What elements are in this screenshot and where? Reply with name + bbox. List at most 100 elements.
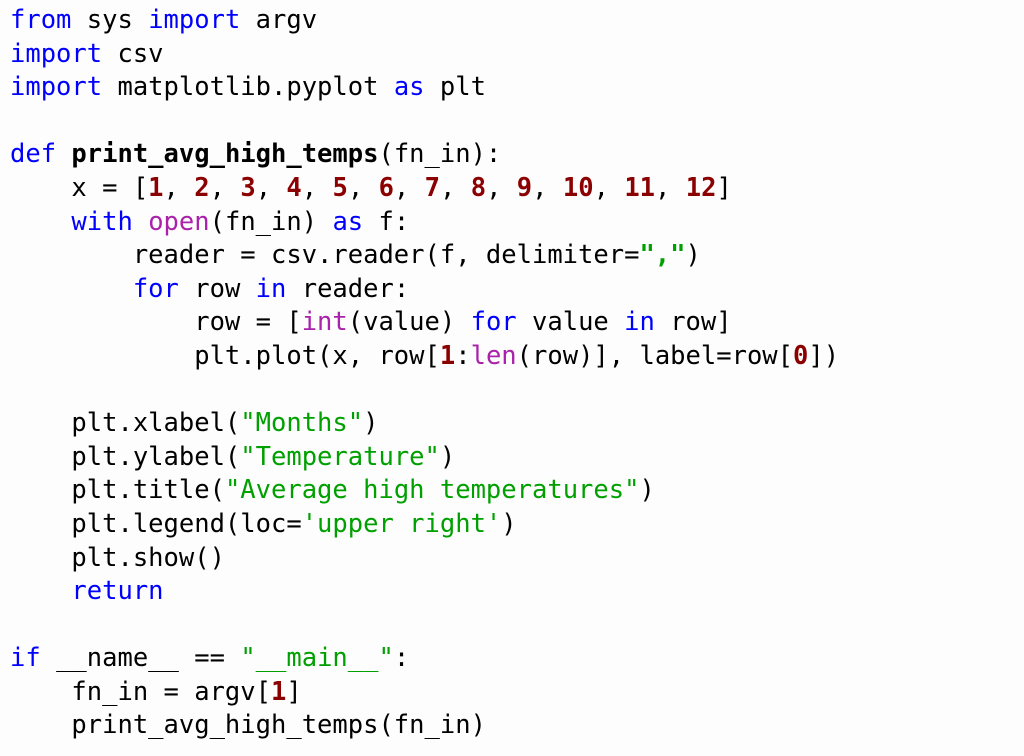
code-token-plain: plt.ylabel( bbox=[10, 441, 241, 472]
code-line: plt.xlabel("Months") bbox=[10, 407, 1024, 441]
code-token-string: 'upper right' bbox=[301, 508, 502, 539]
code-token-plain: ) bbox=[363, 408, 379, 439]
code-token-plain: ) bbox=[685, 240, 701, 271]
code-line: import matplotlib.pyplot as plt bbox=[10, 71, 1024, 105]
code-token-keyword: in bbox=[255, 273, 287, 304]
code-token-number: 9 bbox=[516, 172, 533, 203]
code-token-plain: : bbox=[393, 643, 410, 674]
code-token-plain: ) bbox=[439, 441, 456, 472]
code-token-string: "Months" bbox=[240, 408, 364, 439]
code-line: plt.show() bbox=[10, 542, 1024, 576]
code-token-string: "Temperature" bbox=[240, 441, 440, 472]
code-token-plain: ] bbox=[716, 172, 732, 203]
code-line: plt.ylabel("Temperature") bbox=[10, 441, 1024, 475]
code-token-number: 4 bbox=[286, 172, 302, 203]
code-line: plt.legend(loc='upper right') bbox=[10, 508, 1024, 542]
code-token-plain: __name__ == bbox=[40, 643, 241, 674]
code-token-number: 6 bbox=[378, 172, 394, 203]
code-line: import csv bbox=[10, 38, 1024, 72]
code-token-plain: print_avg_high_temps(fn_in) bbox=[10, 710, 486, 741]
code-line: row = [int(value) for value in row] bbox=[10, 306, 1024, 340]
code-line: print_avg_high_temps(fn_in) bbox=[10, 709, 1024, 743]
code-token-plain: csv bbox=[102, 38, 164, 69]
code-line: for row in reader: bbox=[10, 273, 1024, 307]
code-token-keyword: def bbox=[10, 139, 57, 170]
code-token-number: 12 bbox=[685, 172, 717, 203]
code-token-plain: reader: bbox=[286, 273, 410, 304]
code-token-plain: ]) bbox=[808, 340, 840, 371]
code-token-plain: row] bbox=[654, 307, 732, 338]
code-token-keyword: as bbox=[332, 206, 364, 237]
code-token-plain: , bbox=[532, 172, 563, 203]
code-token-strbold: "," bbox=[639, 240, 686, 271]
code-token-number: 1 bbox=[439, 340, 456, 371]
code-token-string: "Average high temperatures" bbox=[224, 475, 640, 506]
code-line: fn_in = argv[1] bbox=[10, 676, 1024, 710]
code-token-plain: , bbox=[593, 172, 625, 203]
code-line: x = [1, 2, 3, 4, 5, 6, 7, 8, 9, 10, 11, … bbox=[10, 172, 1024, 206]
code-token-number: 11 bbox=[624, 172, 656, 203]
code-token-keyword: in bbox=[624, 307, 655, 338]
code-token-plain: argv bbox=[240, 5, 318, 35]
code-token-number: 8 bbox=[470, 172, 487, 203]
code-token-plain: , bbox=[163, 172, 195, 203]
code-token-plain: (row)], label=row[ bbox=[516, 340, 793, 371]
code-token-plain: ) bbox=[501, 508, 517, 539]
code-token-plain: x = [ bbox=[10, 172, 149, 203]
code-token-plain: , bbox=[255, 172, 287, 203]
code-token-number: 5 bbox=[332, 172, 348, 203]
code-token-number: 0 bbox=[793, 340, 809, 371]
code-token-plain: plt.xlabel( bbox=[10, 408, 241, 439]
code-token-plain: , bbox=[486, 172, 517, 203]
code-line: from sys import argv bbox=[10, 4, 1024, 38]
code-token-keyword: for bbox=[132, 273, 179, 304]
code-token-plain: , bbox=[347, 172, 379, 203]
code-listing[interactable]: from sys import argv import csv import mat… bbox=[0, 0, 1024, 743]
code-token-keyword: as bbox=[393, 72, 425, 103]
code-token-plain: , bbox=[209, 172, 241, 203]
code-token-plain: plt.legend(loc= bbox=[10, 508, 302, 539]
code-token-keyword: import bbox=[10, 38, 103, 69]
code-token-builtin: len bbox=[470, 340, 517, 371]
code-token-plain: (fn_in): bbox=[378, 139, 502, 170]
code-token-plain: (value) bbox=[347, 307, 471, 338]
code-token-plain: ] bbox=[286, 676, 302, 707]
code-line: def print_avg_high_temps(fn_in): bbox=[10, 138, 1024, 172]
code-token-keyword: with bbox=[71, 206, 133, 237]
code-line: plt.title("Average high temperatures") bbox=[10, 474, 1024, 508]
code-token-keyword: from bbox=[10, 5, 72, 35]
code-token-string: "__main__" bbox=[240, 643, 394, 674]
code-token-plain: matplotlib.pyplot bbox=[102, 72, 394, 103]
code-token-plain: , bbox=[393, 172, 425, 203]
code-token-number: 1 bbox=[148, 172, 164, 203]
code-token-keyword: if bbox=[10, 643, 41, 674]
code-token-number: 10 bbox=[562, 172, 594, 203]
code-token-plain: plt bbox=[424, 72, 486, 103]
code-token-plain: fn_in = argv[ bbox=[10, 676, 271, 707]
code-token-plain: , bbox=[440, 172, 471, 203]
code-line: reader = csv.reader(f, delimiter=",") bbox=[10, 239, 1024, 273]
code-token-plain: , bbox=[655, 172, 686, 203]
code-token-plain: (fn_in) bbox=[209, 206, 333, 237]
code-token-plain: value bbox=[516, 307, 625, 338]
code-token-plain: plt.title( bbox=[10, 475, 225, 506]
code-token-builtin: int bbox=[301, 307, 348, 338]
code-token-keyword: import bbox=[148, 5, 241, 35]
code-token-plain: plt.show() bbox=[10, 542, 225, 573]
code-token-number: 1 bbox=[271, 676, 287, 707]
code-token-plain: f: bbox=[363, 206, 410, 237]
code-token-plain: : bbox=[455, 340, 471, 371]
code-token-keyword: import bbox=[10, 72, 103, 103]
code-token-number: 2 bbox=[194, 172, 210, 203]
code-token-keyword: return bbox=[71, 576, 164, 607]
code-line: if __name__ == "__main__": bbox=[10, 642, 1024, 676]
code-token-builtin: open bbox=[148, 206, 210, 237]
code-line: return bbox=[10, 575, 1024, 609]
